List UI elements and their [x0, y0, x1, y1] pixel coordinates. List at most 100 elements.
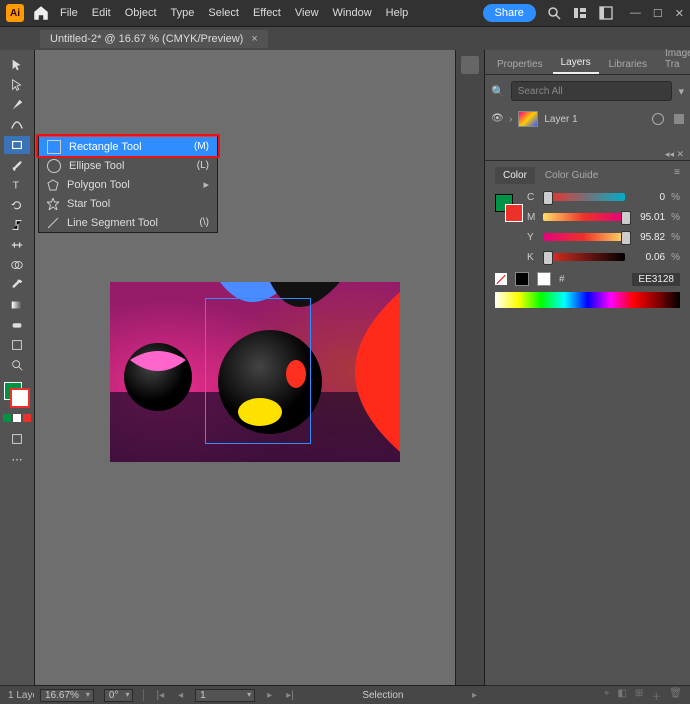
- status-menu-icon[interactable]: ▸: [470, 690, 479, 701]
- color-proxy[interactable]: [495, 190, 519, 264]
- rectangle-tool[interactable]: [4, 136, 30, 154]
- rotate-tool[interactable]: [4, 196, 30, 214]
- artboard-tool[interactable]: [4, 336, 30, 354]
- share-button[interactable]: Share: [483, 4, 536, 22]
- flyout-star[interactable]: Star Tool: [39, 194, 217, 213]
- prev-artboard-icon[interactable]: ◂: [176, 690, 185, 701]
- eraser-tool[interactable]: [4, 316, 30, 334]
- menu-select[interactable]: Select: [208, 7, 239, 19]
- menu-edit[interactable]: Edit: [92, 7, 111, 19]
- app-logo: Ai: [6, 4, 24, 22]
- collapsed-panel-strip: [455, 50, 484, 704]
- next-artboard-icon[interactable]: ▸: [265, 690, 274, 701]
- workspace-icon[interactable]: [598, 5, 614, 21]
- zoom-dropdown[interactable]: 16.67%: [40, 689, 94, 702]
- first-artboard-icon[interactable]: |◂: [154, 690, 166, 701]
- make-clip-icon[interactable]: ◧: [617, 688, 626, 703]
- new-layer-icon[interactable]: ＋: [651, 688, 661, 703]
- color-slider-Y[interactable]: [543, 233, 625, 241]
- white-swatch[interactable]: [537, 272, 551, 286]
- visibility-icon[interactable]: 👁: [491, 113, 503, 125]
- pen-tool[interactable]: [4, 96, 30, 114]
- layer-search-input[interactable]: Search All: [511, 81, 673, 101]
- curvature-tool[interactable]: [4, 116, 30, 134]
- color-slider-M[interactable]: [543, 213, 625, 221]
- panel-menu-icon[interactable]: ≡: [674, 167, 680, 184]
- selection-tool[interactable]: [4, 56, 30, 74]
- flyout-item-shortcut: (L): [197, 160, 209, 171]
- stroke-proxy[interactable]: [505, 204, 523, 222]
- window-minimize-icon[interactable]: —: [630, 7, 641, 20]
- flyout-rectangle[interactable]: Rectangle Tool (M): [39, 137, 217, 156]
- tab-color[interactable]: Color: [495, 167, 535, 184]
- channel-label: K: [527, 252, 537, 263]
- channel-value[interactable]: 95.01: [631, 212, 665, 223]
- window-maximize-icon[interactable]: ☐: [653, 7, 663, 20]
- window-close-icon[interactable]: ✕: [675, 7, 684, 20]
- document-tab[interactable]: Untitled-2* @ 16.67 % (CMYK/Preview) ×: [40, 30, 268, 48]
- flyout-ellipse[interactable]: Ellipse Tool (L): [39, 156, 217, 175]
- menu-help[interactable]: Help: [386, 7, 409, 19]
- eyedropper-tool[interactable]: [4, 276, 30, 294]
- menu-window[interactable]: Window: [333, 7, 372, 19]
- target-icon[interactable]: [652, 113, 664, 125]
- type-tool[interactable]: T: [4, 176, 30, 194]
- channel-value[interactable]: 95.82: [631, 232, 665, 243]
- scale-tool[interactable]: [4, 216, 30, 234]
- stroke-swatch[interactable]: [10, 388, 30, 408]
- layer-row[interactable]: 👁 › Layer 1: [491, 109, 684, 129]
- expand-icon[interactable]: ›: [509, 114, 512, 125]
- zoom-tool[interactable]: [4, 356, 30, 374]
- tab-properties[interactable]: Properties: [489, 55, 551, 74]
- comments-icon[interactable]: [461, 56, 479, 74]
- color-spectrum[interactable]: [495, 292, 680, 308]
- color-slider-C[interactable]: [543, 193, 625, 201]
- tab-layers[interactable]: Layers: [553, 53, 599, 74]
- arrange-icon[interactable]: [572, 5, 588, 21]
- menu-object[interactable]: Object: [125, 7, 157, 19]
- channel-value[interactable]: 0.06: [631, 252, 665, 263]
- direct-select-tool[interactable]: [4, 76, 30, 94]
- none-swatch[interactable]: [495, 273, 507, 285]
- filter-icon[interactable]: ▾: [678, 85, 684, 98]
- rotate-dropdown[interactable]: 0°: [104, 689, 134, 702]
- color-mode-swatches[interactable]: [3, 414, 31, 422]
- black-swatch[interactable]: [515, 272, 529, 286]
- flyout-polygon[interactable]: Polygon Tool ▸: [39, 175, 217, 194]
- menu-effect[interactable]: Effect: [253, 7, 281, 19]
- layer-name[interactable]: Layer 1: [544, 114, 577, 125]
- home-icon[interactable]: [32, 4, 50, 22]
- width-tool[interactable]: [4, 236, 30, 254]
- new-sublayer-icon[interactable]: ⊞: [635, 688, 643, 703]
- search-icon[interactable]: [546, 5, 562, 21]
- delete-layer-icon[interactable]: 🗑: [669, 688, 682, 703]
- flyout-item-label: Ellipse Tool: [69, 160, 124, 172]
- menu-file[interactable]: File: [60, 7, 78, 19]
- canvas[interactable]: Rectangle Tool (M) Ellipse Tool (L) Poly…: [35, 50, 455, 704]
- svg-text:T: T: [13, 180, 20, 192]
- last-artboard-icon[interactable]: ▸|: [284, 690, 296, 701]
- color-slider-K[interactable]: [543, 253, 625, 261]
- locate-icon[interactable]: ⌖: [604, 688, 610, 703]
- paintbrush-tool[interactable]: [4, 156, 30, 174]
- search-icon: 🔍: [491, 85, 505, 98]
- close-tab-icon[interactable]: ×: [251, 33, 257, 45]
- layer-thumbnail: [518, 111, 538, 127]
- menu-view[interactable]: View: [295, 7, 319, 19]
- edit-toolbar-icon[interactable]: ⋯: [4, 450, 30, 468]
- tab-libraries[interactable]: Libraries: [601, 55, 655, 74]
- channel-value[interactable]: 0: [631, 192, 665, 203]
- panel-collapse-icon[interactable]: ◂◂ ✕: [485, 149, 690, 160]
- tab-color-guide[interactable]: Color Guide: [537, 167, 606, 184]
- flyout-line[interactable]: Line Segment Tool (\): [39, 213, 217, 232]
- top-menubar: Ai File Edit Object Type Select Effect V…: [0, 0, 690, 27]
- menu-type[interactable]: Type: [171, 7, 195, 19]
- selection-marquee: [205, 298, 311, 444]
- artboard-nav-input[interactable]: 1: [195, 689, 255, 702]
- shape-builder-tool[interactable]: [4, 256, 30, 274]
- hex-input[interactable]: EE3128: [632, 273, 680, 286]
- draw-mode-tool[interactable]: [4, 430, 30, 448]
- fill-stroke-swatch[interactable]: [4, 382, 30, 408]
- tab-image-trace[interactable]: Image Tra: [657, 44, 690, 74]
- gradient-tool[interactable]: [4, 296, 30, 314]
